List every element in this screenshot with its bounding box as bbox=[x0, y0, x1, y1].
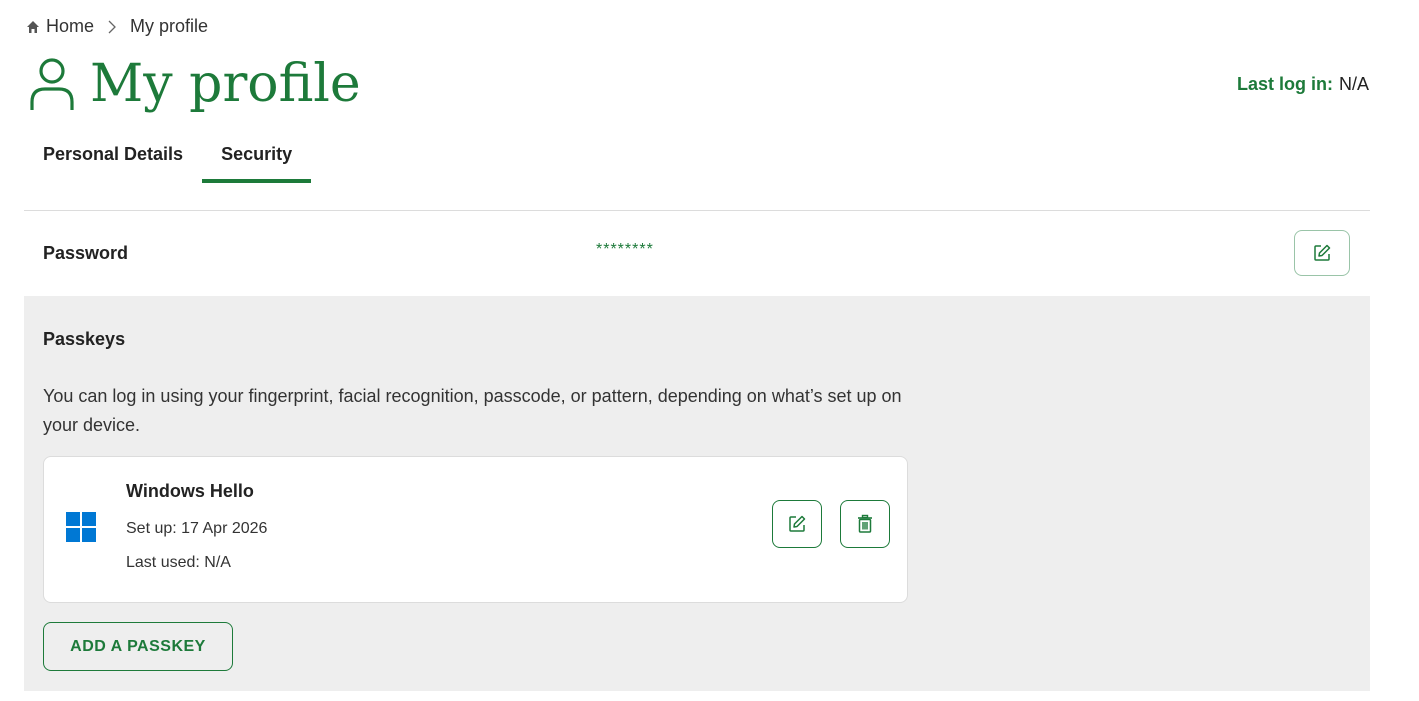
breadcrumb-current: My profile bbox=[130, 16, 209, 36]
passkey-setup-date: Set up: 17 Apr 2026 bbox=[126, 520, 268, 537]
passkey-last-used: Last used: N/A bbox=[126, 554, 231, 571]
page-title: My profile bbox=[90, 54, 361, 114]
last-login-label: Last log in: bbox=[1236, 74, 1333, 94]
last-login-value: N/A bbox=[1338, 74, 1369, 94]
page-header: My profile bbox=[28, 52, 361, 116]
chevron-right-icon bbox=[108, 20, 116, 33]
passkeys-section: Passkeys You can log in using your finge… bbox=[24, 296, 1370, 691]
passkeys-title: Passkeys bbox=[43, 329, 126, 349]
add-passkey-button[interactable]: ADD A PASSKEY bbox=[43, 622, 233, 671]
passkey-card: Windows Hello Set up: 17 Apr 2026 Last u… bbox=[43, 456, 908, 603]
password-row: Password ******** bbox=[24, 211, 1370, 296]
breadcrumb: Home My profile bbox=[26, 16, 208, 37]
profile-tabs: Personal Details Security bbox=[24, 136, 312, 183]
user-icon bbox=[30, 58, 74, 110]
passkey-name: Windows Hello bbox=[126, 481, 254, 501]
edit-icon bbox=[789, 515, 806, 532]
last-login: Last log in: N/A bbox=[1237, 74, 1369, 95]
edit-icon bbox=[1314, 244, 1331, 261]
trash-icon bbox=[858, 514, 872, 533]
passkeys-description: You can log in using your fingerprint, f… bbox=[43, 386, 902, 435]
home-icon bbox=[27, 20, 39, 33]
password-label: Password bbox=[43, 243, 129, 263]
edit-password-button[interactable] bbox=[1294, 230, 1350, 276]
password-value: ******** bbox=[596, 241, 654, 258]
tab-personal-details[interactable]: Personal Details bbox=[24, 136, 202, 179]
windows-icon bbox=[66, 512, 96, 542]
edit-passkey-button[interactable] bbox=[772, 500, 822, 548]
tab-security[interactable]: Security bbox=[202, 136, 312, 183]
breadcrumb-home-link[interactable]: Home bbox=[46, 16, 94, 37]
delete-passkey-button[interactable] bbox=[840, 500, 890, 548]
